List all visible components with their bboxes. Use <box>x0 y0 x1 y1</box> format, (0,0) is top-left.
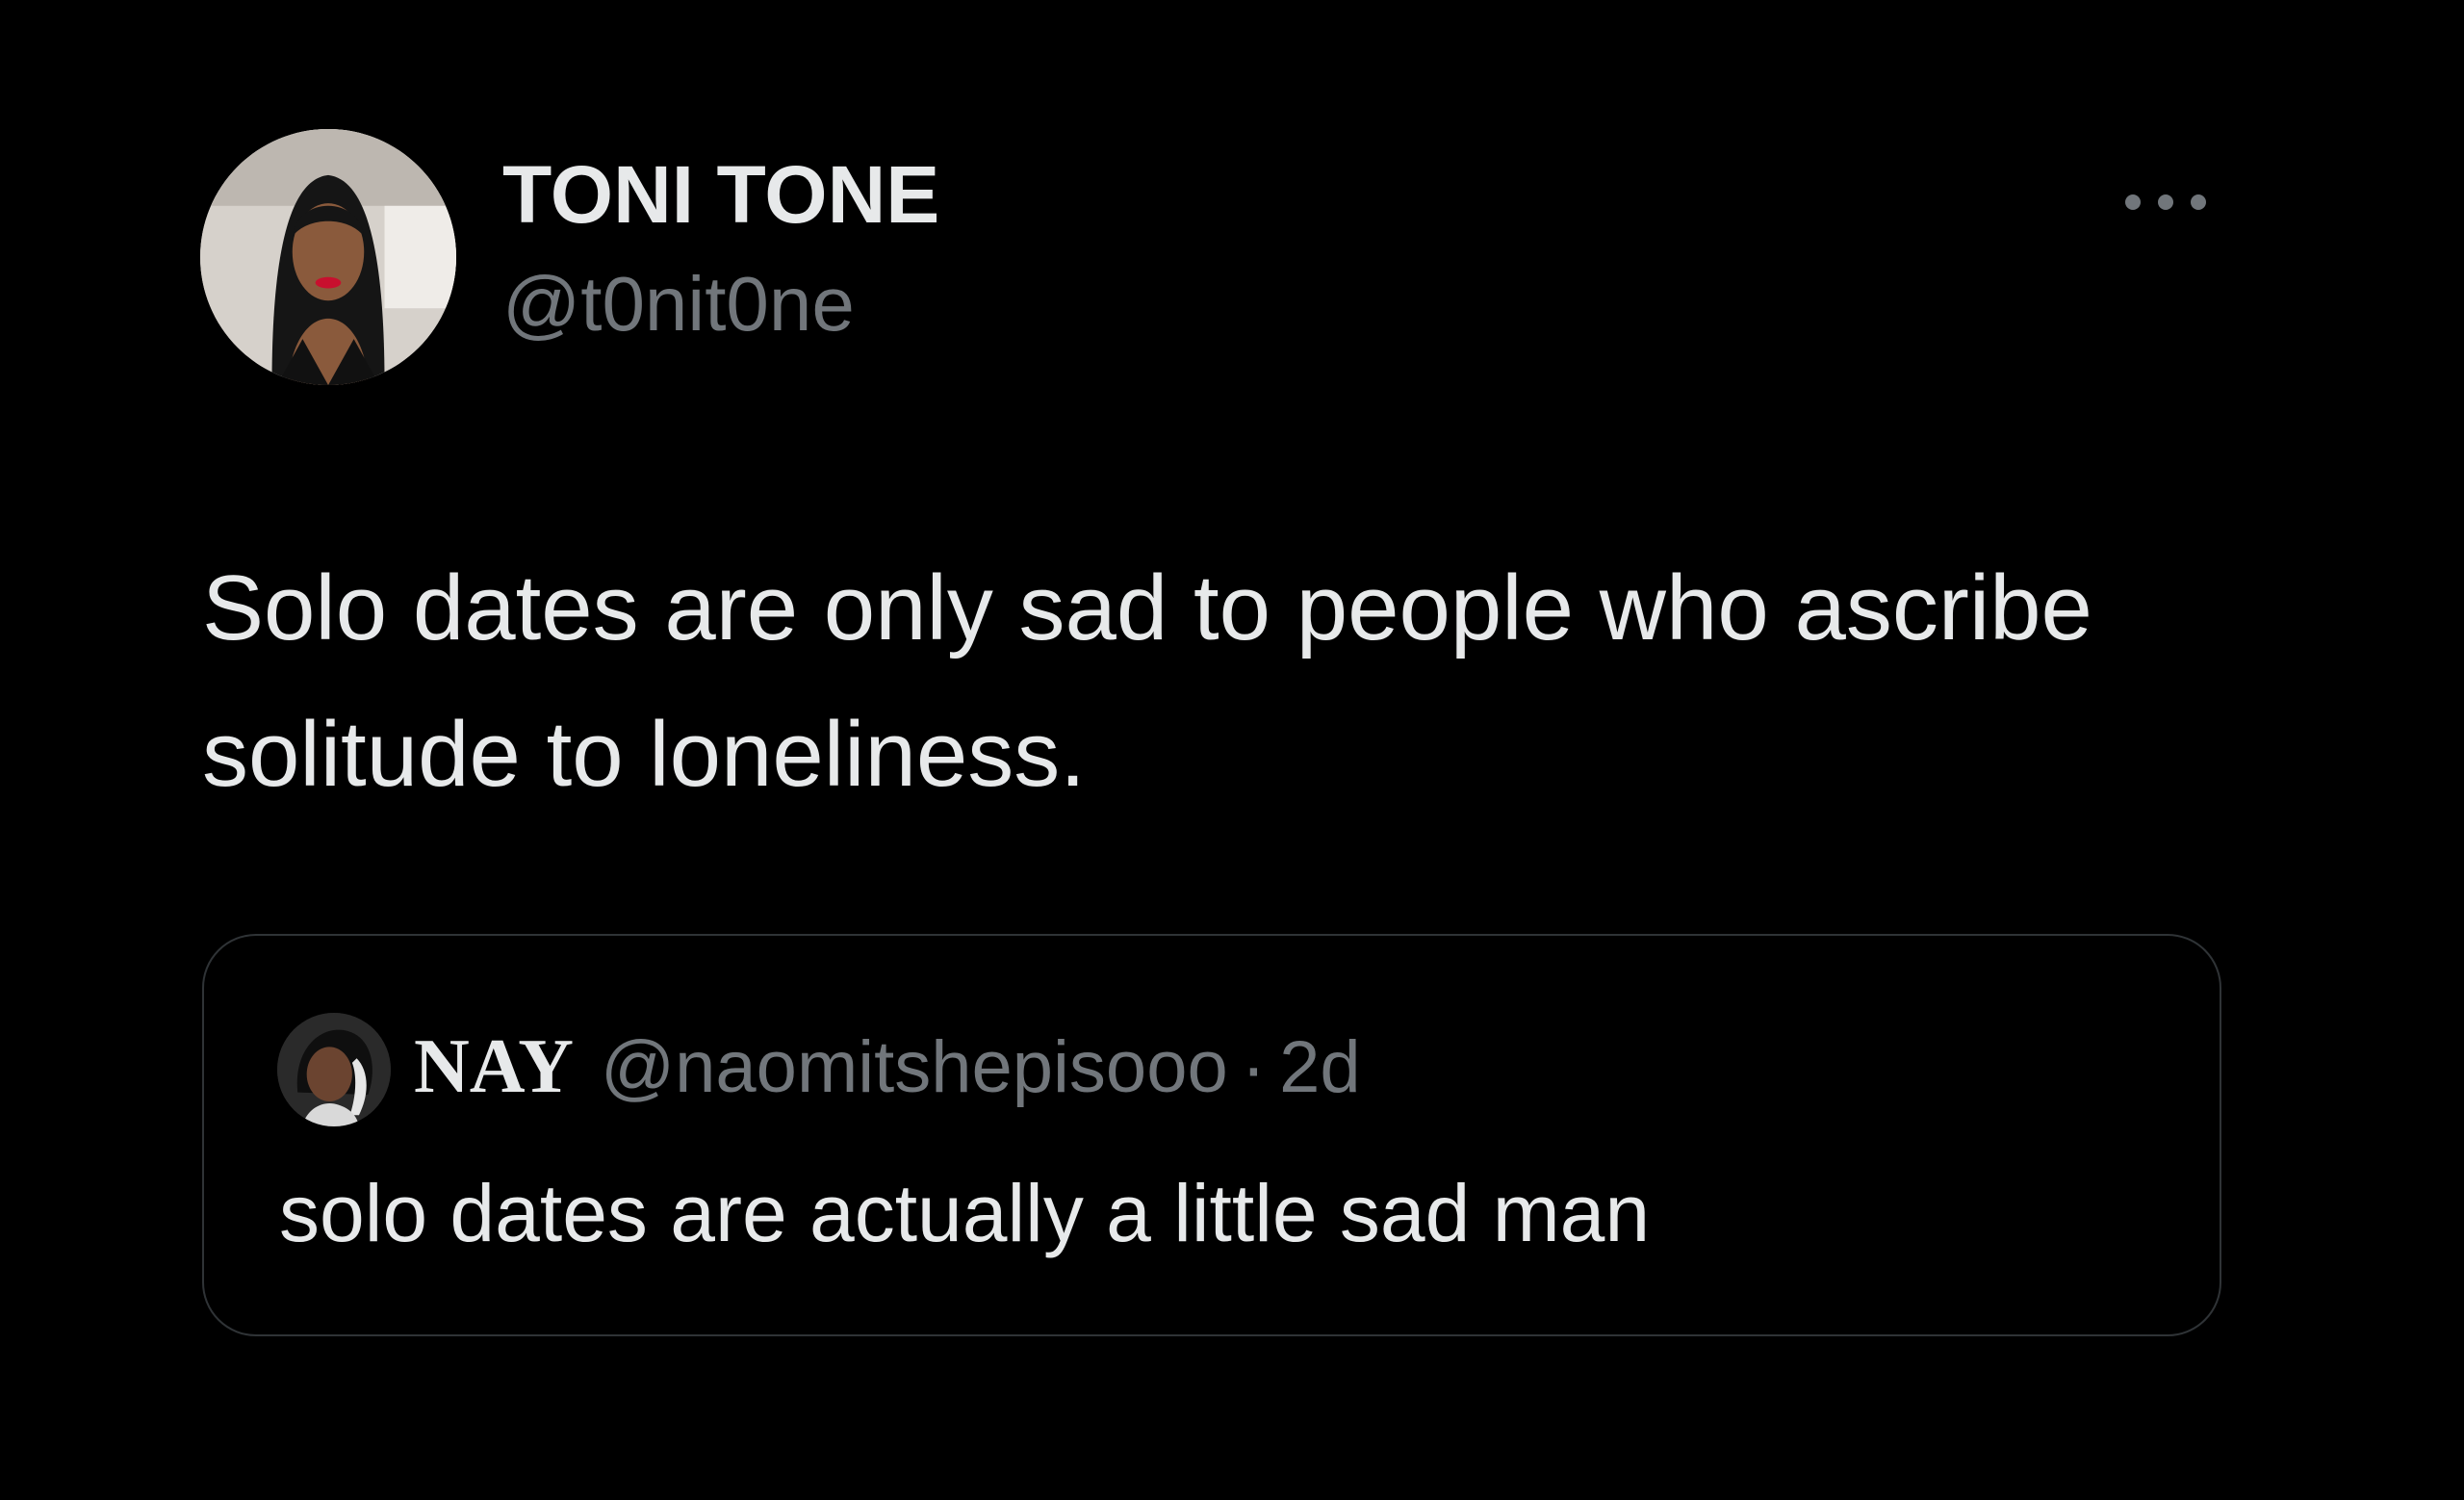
profile-photo-icon <box>200 129 456 385</box>
quoted-header: NAY @naomitshepisooo · 2d <box>414 1028 1361 1105</box>
quoted-author-avatar[interactable] <box>277 1013 391 1126</box>
author-handle[interactable]: @t0nit0ne <box>502 266 855 343</box>
quoted-handle[interactable]: @naomitshepisooo <box>601 1026 1228 1108</box>
more-horizontal-icon <box>2125 194 2206 210</box>
tweet: TONI TONE @t0nit0ne Solo dates are only … <box>0 0 2464 1500</box>
separator-dot: · <box>1241 1026 1267 1108</box>
author-avatar[interactable] <box>200 129 456 385</box>
quoted-tweet[interactable]: NAY @naomitshepisooo · 2d solo dates are ac… <box>202 934 2221 1336</box>
more-options-button[interactable] <box>2118 183 2214 221</box>
quoted-text: solo dates are actually a little sad man <box>279 1168 1651 1258</box>
quoted-display-name[interactable]: NAY <box>414 1024 574 1109</box>
author-display-name[interactable]: TONI TONE <box>502 154 939 235</box>
profile-photo-icon <box>277 1013 391 1126</box>
quoted-timestamp[interactable]: 2d <box>1279 1026 1361 1108</box>
tweet-text: Solo dates are only sad to people who as… <box>202 556 2092 806</box>
